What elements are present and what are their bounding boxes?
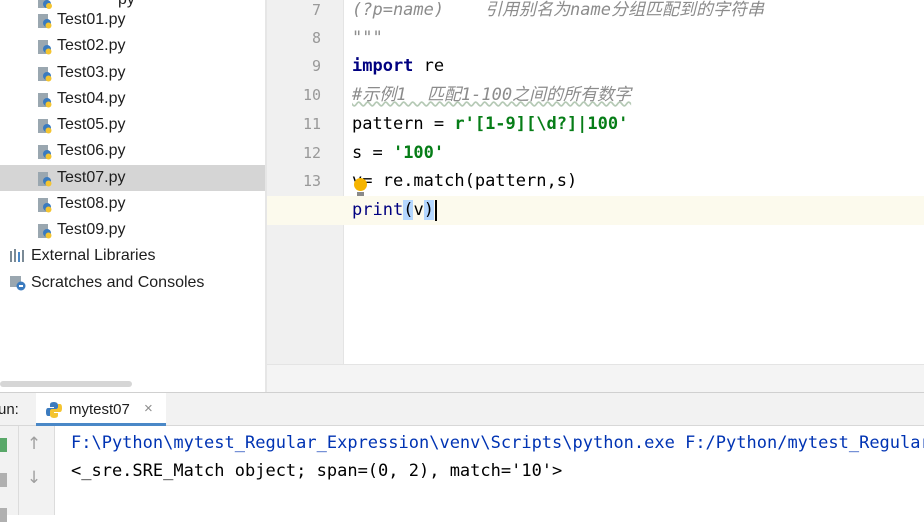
line-number: 7 [311,1,321,19]
run-toolbar: ↑ ↓ [0,426,55,522]
editor-bottom-strip [267,364,924,392]
python-icon [46,402,62,418]
code-text: pattern = [352,114,455,134]
scratches-icon [10,276,26,291]
tree-item-label: Scratches and Consoles [31,274,205,291]
down-arrow-icon[interactable]: ↓ [24,468,44,488]
toolbar-separator [18,426,19,515]
tree-item-label: Test01.py [57,11,126,28]
code-text: s = [352,143,393,163]
tree-item-test06[interactable]: Test06.py [0,138,265,164]
line-number: 10 [302,86,321,104]
line-number: 8 [311,29,321,47]
tree-item-label: Test03.py [57,64,126,81]
code-line-7[interactable]: (?p=name) 引用别名为name分组匹配到的字符串 [352,0,764,25]
line-number: 9 [311,57,321,75]
console-line-command[interactable]: F:\Python\mytest_Regular_Expression\venv… [71,429,924,457]
stop-icon[interactable] [0,473,7,487]
tree-item-test02[interactable]: Test02.py [0,33,265,59]
tree-item-label: Test07.py [57,169,126,186]
tree-item-scratches[interactable]: Scratches and Consoles [0,270,265,296]
console-output[interactable]: F:\Python\mytest_Regular_Expression\venv… [55,426,924,515]
tree-item-external-libraries[interactable]: External Libraries [0,243,265,269]
tree-item-label: Test09.py [57,221,126,238]
tree-item-test08[interactable]: Test08.py [0,191,265,217]
builtin-print: print [352,200,404,220]
library-icon [10,249,24,262]
tree-item-test07[interactable]: Test07.py [0,165,265,191]
python-file-icon [38,198,52,213]
up-arrow-icon[interactable]: ↑ [24,434,44,454]
run-tab-label: mytest07 [69,401,130,418]
code-line-12[interactable]: s = '100' [352,139,444,168]
tree-item-label: Test02.py [57,37,126,54]
run-label: un: [0,401,19,418]
toolbar-icon[interactable] [0,508,7,522]
run-tab-mytest07[interactable]: mytest07 × [36,393,166,426]
run-header: un: mytest07 × [0,392,924,426]
python-file-icon [38,93,52,108]
string-literal: '100' [392,143,445,163]
project-horizontal-scrollbar[interactable] [0,381,132,387]
run-tool-window: un: mytest07 × ↑ ↓ F:\Python\mytest_Regu… [0,392,924,522]
tree-item-label: Test05.py [57,116,126,133]
python-file-icon [38,14,52,29]
tree-item-test01[interactable]: Test01.py [0,7,265,33]
string-literal: r'[1-9][\d?]|100' [454,114,629,134]
code-line-13[interactable]: v= re.match(pattern,s) [352,167,577,196]
tree-item-label: External Libraries [31,247,156,264]
tree-item-test05[interactable]: Test05.py [0,112,265,138]
code-text: v [413,200,424,220]
python-file-icon [38,145,52,160]
line-number: 12 [302,144,321,162]
project-tool-window: py Test01.py Test02.py Test03.py Test04.… [0,0,265,392]
keyword-import: import [352,56,414,76]
python-file-icon [38,40,52,55]
console-line-result[interactable]: <_sre.SRE_Match object; span=(0, 2), mat… [71,457,562,485]
line-number-gutter: 7 8 9 10 11 12 13 14 [267,0,343,364]
code-line-11[interactable]: pattern = r'[1-9][\d?]|100' [352,110,628,139]
tree-item-label: Test04.py [57,90,126,107]
tree-item-test09[interactable]: Test09.py [0,217,265,243]
tree-item-test04[interactable]: Test04.py [0,86,265,112]
close-icon[interactable]: × [144,400,153,417]
paren-open: ( [403,200,414,220]
rerun-icon[interactable] [0,438,7,452]
text-caret [434,199,437,221]
python-file-icon [38,119,52,134]
code-text: = re.match(pattern,s) [362,171,578,191]
python-file-icon [38,224,52,239]
gutter-separator [343,0,344,364]
code-text: re [413,56,445,76]
tree-item-label: Test06.py [57,142,126,159]
paren-close: ) [423,200,434,220]
python-file-icon [38,172,52,187]
tree-item-test03[interactable]: Test03.py [0,60,265,86]
code-line-14[interactable]: print(v) [352,196,437,225]
line-number: 13 [302,172,321,190]
tree-item-label: Test08.py [57,195,126,212]
code-line-10[interactable]: #示例1 匹配1-100之间的所有数字 [352,81,631,110]
code-line-9[interactable]: import re [352,52,444,81]
line-number: 11 [302,115,321,133]
python-file-icon [38,67,52,82]
code-editor[interactable]: 7 8 9 10 11 12 13 14 (?p=name) 引用别名为name… [267,0,924,392]
code-line-8[interactable]: """ [352,24,383,53]
